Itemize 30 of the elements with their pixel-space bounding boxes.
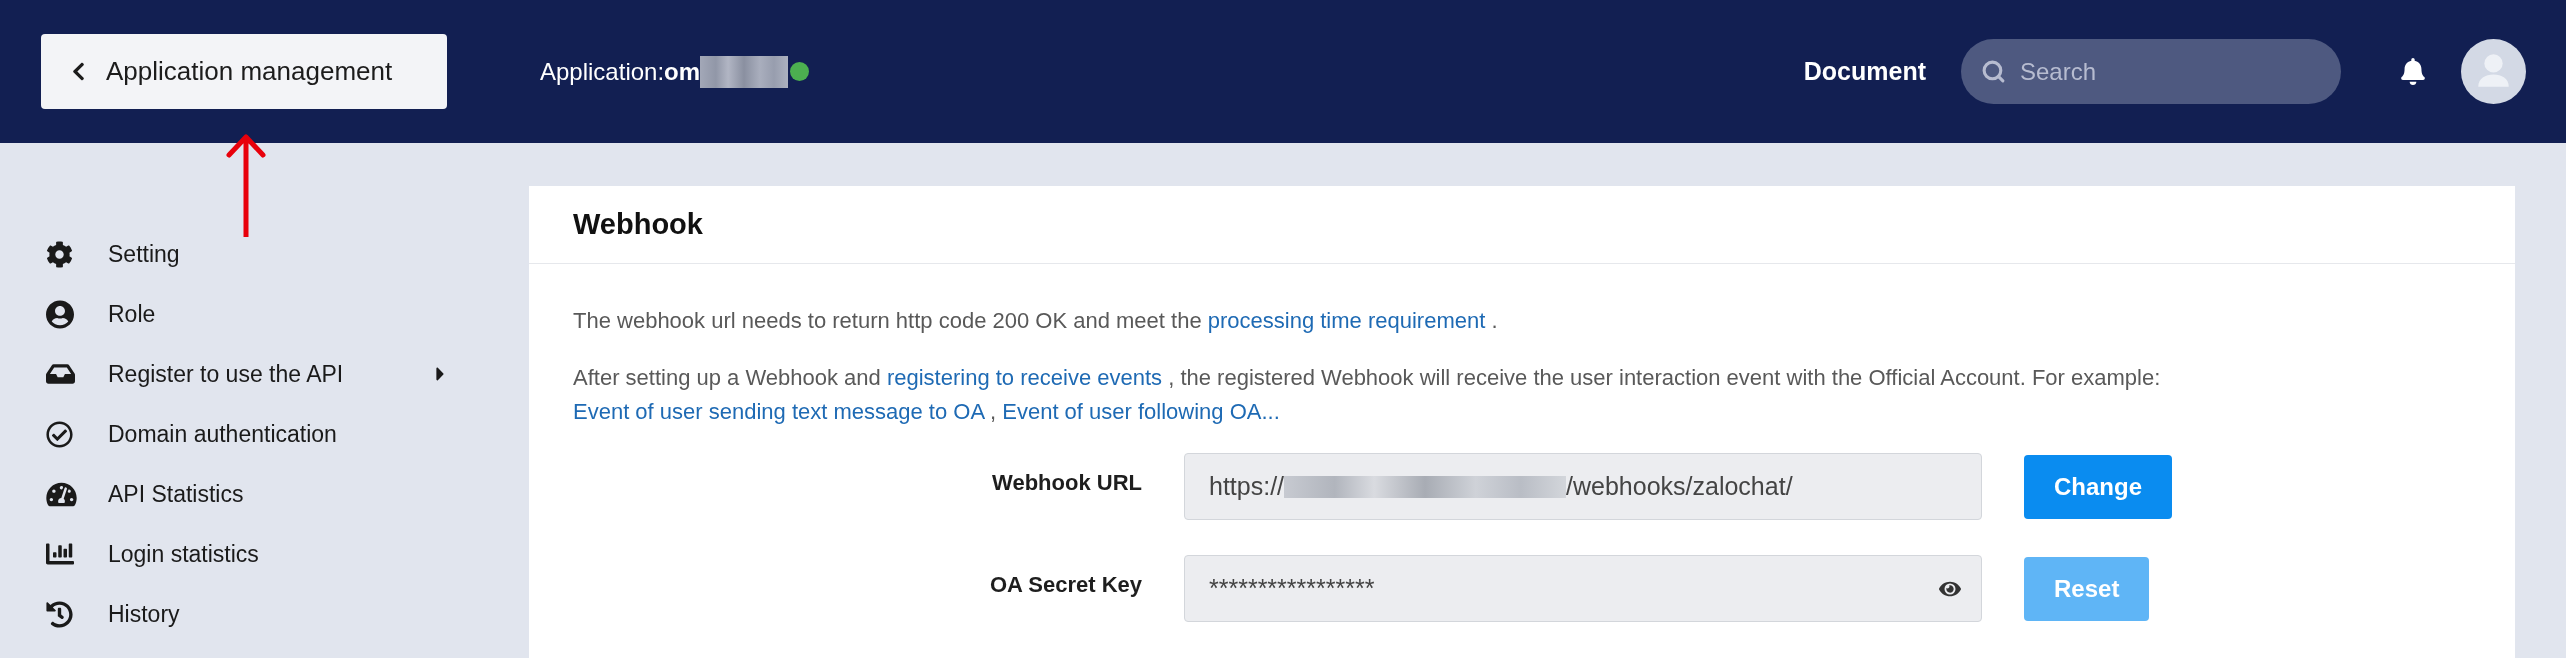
description-text: The webhook url needs to return http code 200 OK and meet the processing time requirement . bbox=[573, 307, 1499, 335]
sidebar-item[interactable]: API Statistics bbox=[46, 464, 466, 524]
app-title: Application:om bbox=[540, 56, 701, 87]
document-link[interactable]: Document bbox=[1803, 52, 1926, 91]
sidebar-item[interactable]: Role bbox=[46, 284, 466, 344]
search-field[interactable]: Search bbox=[1961, 39, 2341, 104]
field-label: Webhook URL bbox=[992, 469, 1142, 497]
sidebar-item[interactable]: Setting bbox=[46, 224, 466, 284]
search-icon bbox=[1981, 59, 2006, 84]
text-link[interactable]: Event of user sending text message to OA bbox=[573, 399, 984, 424]
user-avatar-icon[interactable] bbox=[2461, 39, 2526, 104]
sidebar-item[interactable]: History bbox=[46, 584, 466, 644]
webhook-url-field[interactable]: https:// /webhooks/zalochat/ bbox=[1184, 453, 1982, 520]
field-label: OA Secret Key bbox=[989, 571, 1142, 599]
secret-key-field[interactable]: ***************** bbox=[1184, 555, 1982, 622]
gauge-icon bbox=[46, 480, 77, 508]
bell-icon[interactable] bbox=[2401, 58, 2425, 85]
text-link[interactable]: registering to receive events bbox=[886, 365, 1163, 390]
sidebar-item[interactable]: Register to use the API bbox=[46, 344, 466, 404]
gear-icon bbox=[46, 240, 73, 268]
chevron-left-icon bbox=[72, 61, 85, 82]
sidebar-item[interactable]: Domain authentication bbox=[46, 404, 466, 464]
card-title: Webhook bbox=[573, 206, 703, 242]
text-link[interactable]: processing time requirement bbox=[1207, 308, 1486, 333]
sidebar-item[interactable]: Login statistics bbox=[46, 524, 466, 584]
back-button[interactable]: Application management bbox=[41, 34, 447, 109]
description-text: After setting up a Webhook and registering to receive events , the registered Webhook will receive the user interaction event with the Official Account. For example: Event of user sending text message to OA , Event of user following OA... bbox=[573, 364, 2162, 426]
inbox-icon bbox=[46, 361, 75, 387]
history-icon bbox=[46, 600, 73, 628]
text-link[interactable]: Event of user following OA... bbox=[1002, 399, 1280, 424]
